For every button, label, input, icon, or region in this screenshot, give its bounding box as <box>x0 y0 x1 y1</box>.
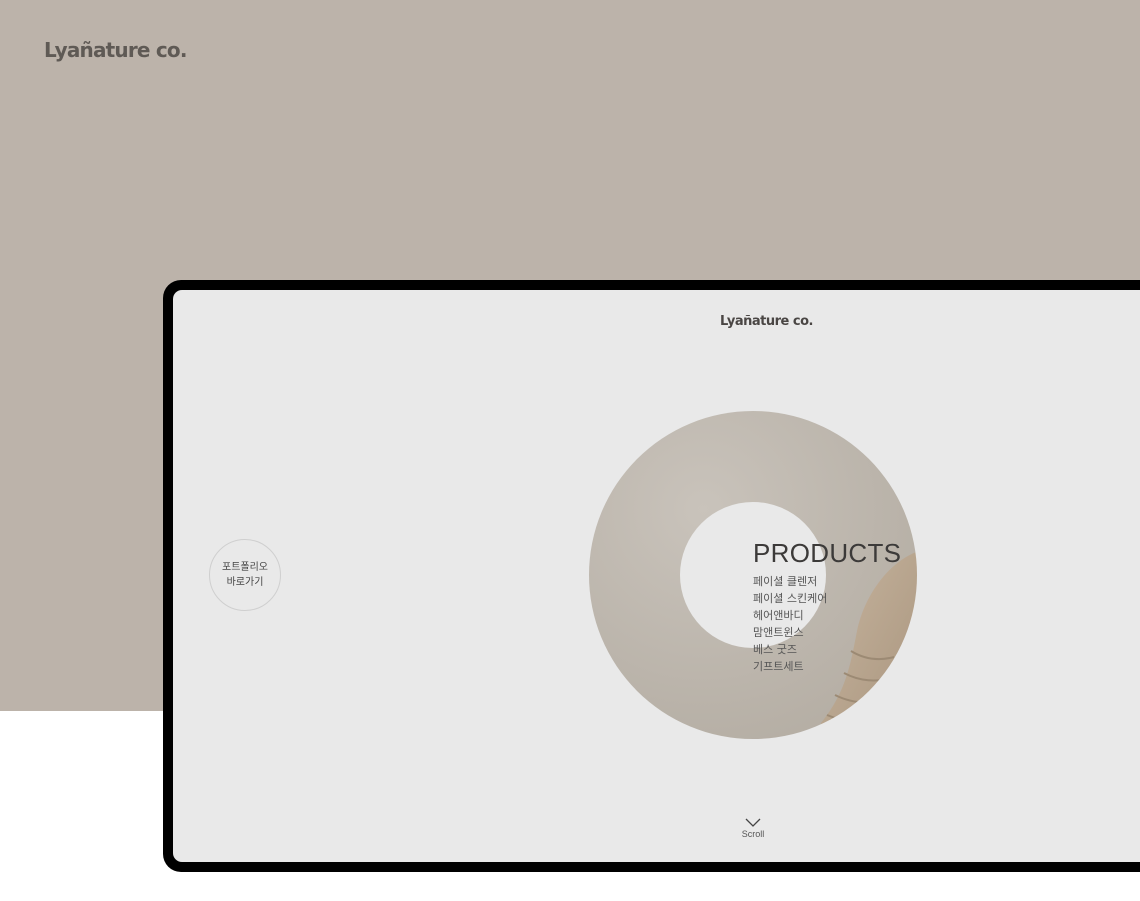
products-section: PRODUCTS 페이셜 클렌저 페이셜 스킨케어 헤어앤바디 맘앤트윈스 베스… <box>753 537 901 675</box>
portfolio-button-line2: 바로가기 <box>226 577 264 588</box>
device-frame: Lyañature co. 포트폴리오 바로가기 PRODUCTS 페이셜 클렌… <box>163 280 1140 872</box>
chevron-down-icon <box>745 818 761 827</box>
product-link-facial-cleanser[interactable]: 페이셜 클렌저 <box>753 573 901 590</box>
products-list: 페이셜 클렌저 페이셜 스킨케어 헤어앤바디 맘앤트윈스 베스 굿즈 기프트세트 <box>753 573 901 675</box>
product-link-hair-body[interactable]: 헤어앤바디 <box>753 607 901 624</box>
portfolio-button[interactable]: 포트폴리오 바로가기 <box>209 539 281 611</box>
product-link-bath-goods[interactable]: 베스 굿즈 <box>753 641 901 658</box>
portfolio-button-line1: 포트폴리오 <box>222 562 268 573</box>
device-screen: Lyañature co. 포트폴리오 바로가기 PRODUCTS 페이셜 클렌… <box>173 290 1140 862</box>
brand-logo[interactable]: Lyañature co. <box>44 38 187 62</box>
product-link-facial-skincare[interactable]: 페이셜 스킨케어 <box>753 590 901 607</box>
screen-logo[interactable]: Lyañature co. <box>720 314 813 329</box>
scroll-hint[interactable]: Scroll <box>741 818 765 839</box>
product-link-gift-set[interactable]: 기프트세트 <box>753 658 901 675</box>
product-link-mom-twins[interactable]: 맘앤트윈스 <box>753 624 901 641</box>
scroll-label: Scroll <box>741 829 765 839</box>
products-title: PRODUCTS <box>753 538 902 568</box>
